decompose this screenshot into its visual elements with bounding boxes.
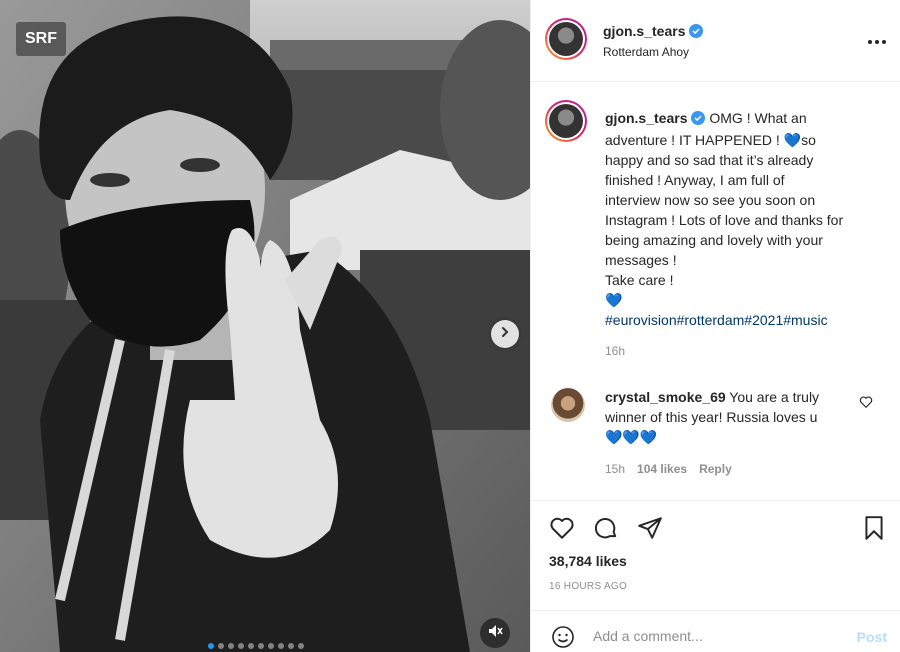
comment-button[interactable]	[593, 515, 619, 546]
post-location[interactable]: Rotterdam Ahoy	[603, 45, 689, 59]
post-panel: gjon.s_tears Rotterdam Ahoy gjon.s_tears…	[530, 0, 900, 652]
comment-body: You are a truly	[729, 389, 820, 405]
carousel-dot	[208, 643, 214, 649]
post-photo	[0, 0, 530, 652]
post-time-ago[interactable]: 16 HOURS AGO	[549, 581, 627, 592]
emoji-button[interactable]	[551, 625, 575, 652]
share-icon	[637, 517, 663, 545]
carousel-dot	[248, 643, 254, 649]
srf-watermark: SRF	[16, 22, 66, 56]
carousel-dot	[288, 643, 294, 649]
verified-icon	[689, 24, 704, 41]
chevron-right-icon	[499, 325, 511, 343]
carousel-dot	[238, 643, 244, 649]
caption-line: happy and so sad that it’s already	[605, 152, 814, 168]
caption-text: gjon.s_tears OMG ! What an adventure ! I…	[605, 108, 871, 330]
caption-line: adventure ! IT HAPPENED !	[605, 132, 784, 148]
heart-icon	[859, 396, 873, 413]
caption-avatar[interactable]	[545, 100, 587, 142]
author-avatar[interactable]	[545, 18, 587, 60]
carousel-dot	[228, 643, 234, 649]
post-comment-button[interactable]: Post	[857, 629, 887, 645]
comment-icon	[593, 518, 619, 545]
commenter-avatar[interactable]	[551, 388, 585, 422]
caption-line: interview now so see you soon on	[605, 192, 816, 208]
comment-body: winner of this year! Russia loves u	[605, 409, 818, 425]
hashtag-links[interactable]: #eurovision#rotterdam#2021#music	[605, 310, 871, 330]
more-options-button[interactable]	[867, 32, 887, 50]
post-header: gjon.s_tears Rotterdam Ahoy	[531, 0, 900, 82]
caption-username[interactable]: gjon.s_tears	[605, 110, 687, 126]
author-username[interactable]: gjon.s_tears	[603, 23, 704, 41]
caption-line: Take care !	[605, 272, 674, 288]
comment-emoji: 💙💙💙	[605, 429, 658, 445]
mute-button[interactable]	[480, 618, 510, 648]
caption-timestamp[interactable]: 16h	[605, 344, 625, 358]
heart-icon	[549, 517, 575, 545]
carousel-dot	[258, 643, 264, 649]
smiley-icon	[551, 626, 575, 652]
blue-heart-emoji: 💙	[783, 132, 802, 148]
caption-line: Instagram ! Lots of love and thanks for	[605, 212, 844, 228]
caption-line: OMG ! What an	[709, 110, 807, 126]
comment-time[interactable]: 15h	[605, 462, 625, 476]
carousel-dot	[278, 643, 284, 649]
verified-icon	[691, 110, 706, 130]
author-username-text[interactable]: gjon.s_tears	[603, 23, 685, 39]
comment-like-button[interactable]	[859, 395, 873, 414]
save-button[interactable]	[861, 515, 887, 546]
caption-line: messages !	[605, 252, 677, 268]
like-button[interactable]	[549, 515, 575, 546]
add-comment-bar: Post	[531, 610, 900, 652]
comment-meta: 15h 104 likes Reply	[605, 462, 732, 476]
caption-line: being amazing and lovely with your	[605, 232, 823, 248]
comment-input[interactable]	[593, 623, 833, 649]
post-actions: 38,784 likes 16 HOURS AGO	[531, 500, 900, 610]
commenter-username[interactable]: crystal_smoke_69	[605, 389, 726, 405]
mute-icon	[487, 623, 503, 644]
carousel-indicator	[208, 643, 304, 649]
post-media[interactable]: SRF	[0, 0, 530, 652]
carousel-dot	[218, 643, 224, 649]
caption-line: so	[801, 132, 816, 148]
comment-text: crystal_smoke_69 You are a truly winner …	[605, 387, 855, 447]
blue-heart-emoji: 💙	[605, 292, 623, 308]
carousel-next-button[interactable]	[491, 320, 519, 348]
share-button[interactable]	[637, 515, 663, 546]
comment-likes[interactable]: 104 likes	[637, 462, 687, 476]
carousel-dot	[298, 643, 304, 649]
reply-button[interactable]: Reply	[699, 462, 732, 476]
bookmark-icon	[861, 516, 887, 545]
like-count[interactable]: 38,784 likes	[549, 553, 627, 569]
caption-line: finished ! Anyway, I am full of	[605, 172, 785, 188]
carousel-dot	[268, 643, 274, 649]
more-icon	[867, 32, 887, 49]
